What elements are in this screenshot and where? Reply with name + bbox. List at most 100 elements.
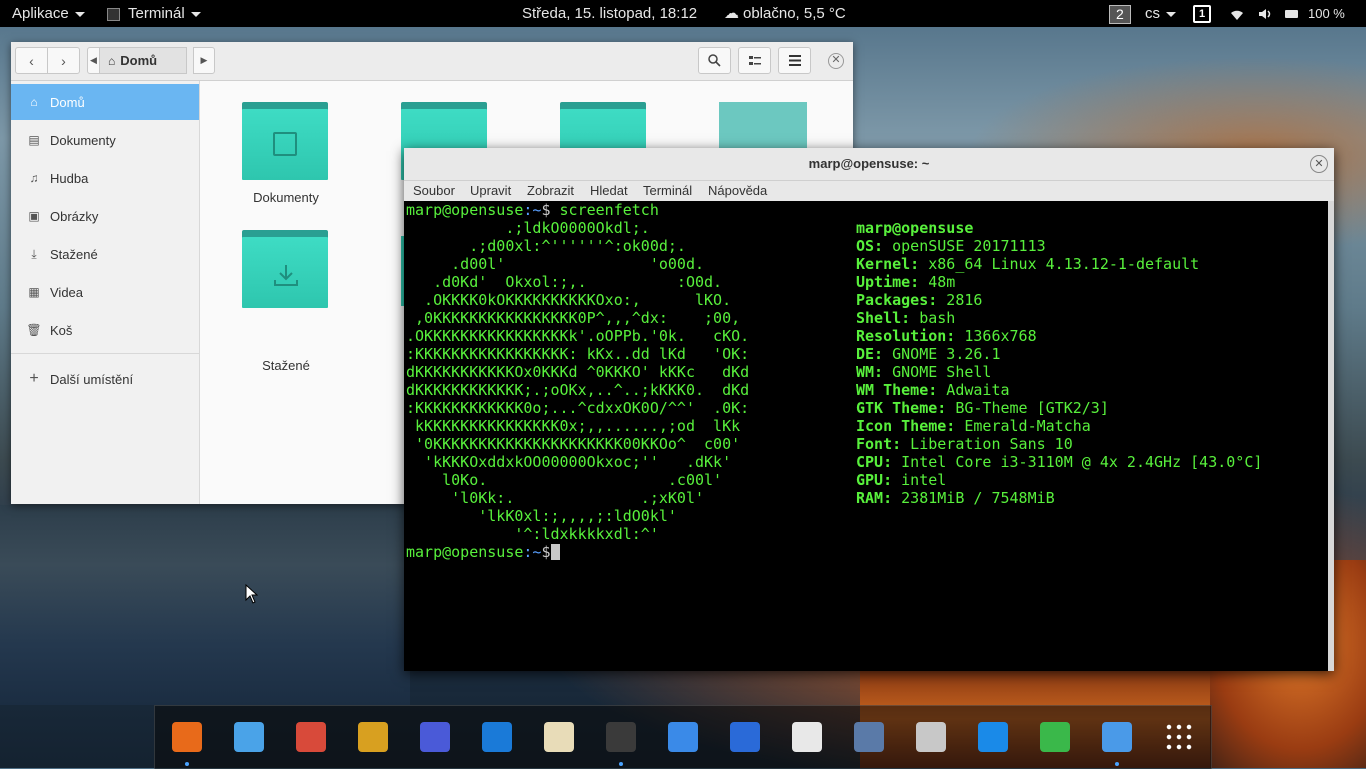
scrollbar[interactable] xyxy=(1328,201,1334,671)
info-value: GNOME 3.26.1 xyxy=(883,345,1001,363)
ascii-logo-line: ,0KKKKKKKKKKKKKKKK0P^,,,^dx: ;00, xyxy=(406,309,741,327)
path-right-button[interactable]: ▶ xyxy=(193,47,215,74)
search-button[interactable] xyxy=(698,47,731,74)
sidebar-item-trash[interactable]: 🗑 Koš xyxy=(11,312,199,348)
color-palette-icon[interactable] xyxy=(296,722,326,752)
terminal-output[interactable]: marp@opensuse:~$ screenfetch .;ldkO0000O… xyxy=(406,201,1326,671)
info-key: Shell: xyxy=(856,309,911,327)
menu-edit[interactable]: Upravit xyxy=(470,183,511,198)
ascii-logo-line: 'lkK0xl:;,,,,;:ldO0kl' xyxy=(406,507,677,525)
path-segment-home[interactable]: ⌂ Domů xyxy=(99,47,187,74)
forward-button[interactable]: › xyxy=(47,47,80,74)
info-value: 2816 xyxy=(937,291,983,309)
plus-icon: + xyxy=(29,370,39,387)
ascii-logo-line: .;ldkO0000Okdl;. xyxy=(406,219,650,237)
weather-indicator[interactable]: ☁ oblačno, 5,5 °C xyxy=(724,0,846,27)
menu-terminal[interactable]: Terminál xyxy=(643,183,692,198)
info-value: bash xyxy=(910,309,956,327)
close-icon: ✕ xyxy=(1314,158,1324,170)
ascii-logo-line: .OKKKK0kOKKKKKKKKKKOxo:, lKO. xyxy=(406,291,732,309)
chevron-down-icon xyxy=(74,11,85,17)
back-button[interactable]: ‹ xyxy=(15,47,48,74)
folder-label[interactable]: Dokumenty xyxy=(226,190,346,205)
firefox-icon[interactable] xyxy=(172,722,202,752)
sidebar-item-downloads[interactable]: ⤓ Stažené xyxy=(11,236,199,272)
night-sky-icon[interactable] xyxy=(420,722,450,752)
downloader-icon[interactable] xyxy=(792,722,822,752)
info-key: DE: xyxy=(856,345,884,363)
ascii-logo-line: dKKKKKKKKKKKK;.;oOKx,..^..;kKKK0. dKd xyxy=(406,381,750,399)
system-info-row: DE: GNOME 3.26.1 xyxy=(856,345,1001,363)
info-key: GPU: xyxy=(856,471,893,489)
applications-menu[interactable]: Aplikace xyxy=(12,0,85,27)
text-editor-icon[interactable] xyxy=(544,722,574,752)
ascii-logo-line: kKKKKKKKKKKKKKKK0x;,,......,;od lKk xyxy=(406,417,741,435)
menu-help[interactable]: Nápověda xyxy=(708,183,767,198)
app-grid-icon[interactable] xyxy=(1164,722,1194,752)
system-info-row: Icon Theme: Emerald-Matcha xyxy=(856,417,1091,435)
ascii-logo-line: '^:ldxkkkkxdl:^' xyxy=(406,525,659,543)
system-info-row: WM Theme: Adwaita xyxy=(856,381,1010,399)
info-value: Emerald-Matcha xyxy=(955,417,1091,435)
sidebar-item-other-locations[interactable]: + Další umístění xyxy=(11,361,199,397)
info-value: Liberation Sans 10 xyxy=(901,435,1073,453)
active-app-label: Terminál xyxy=(128,5,185,22)
sidebar-divider xyxy=(11,353,199,354)
view-options-button[interactable] xyxy=(738,47,771,74)
folder-documents[interactable] xyxy=(242,102,330,182)
tasks-icon[interactable] xyxy=(978,722,1008,752)
folder-downloads[interactable] xyxy=(242,230,330,310)
writer-icon[interactable] xyxy=(482,722,512,752)
clock[interactable]: Středa, 15. listopad, 18:12 xyxy=(522,0,697,27)
workspace-indicator[interactable]: 2 xyxy=(1109,0,1131,27)
system-info-row: Resolution: 1366x768 xyxy=(856,327,1037,345)
sidebar-item-pictures[interactable]: ▣ Obrázky xyxy=(11,198,199,234)
prompt-user: marp@opensuse xyxy=(406,201,524,219)
files-icon[interactable] xyxy=(1102,722,1132,752)
top-bar: Aplikace Terminál Středa, 15. listopad, … xyxy=(0,0,1366,27)
ascii-logo-line: dKKKKKKKKKKKOx0KKKd ^0KKKO' kKKc dKd xyxy=(406,363,750,381)
info-value: 48m xyxy=(919,273,956,291)
active-app-menu[interactable]: Terminál xyxy=(107,0,201,27)
home-icon: ⌂ xyxy=(108,53,116,68)
chevron-down-icon xyxy=(1166,11,1176,17)
wifi-icon[interactable] xyxy=(1230,0,1244,27)
battery-indicator[interactable]: 100 % xyxy=(1285,0,1345,27)
ascii-logo-line: 'kKKKOxddxkOO00000Okxoc;'' .dKk' xyxy=(406,453,732,471)
language-menu[interactable]: cs xyxy=(1145,0,1176,27)
close-button[interactable]: ✕ xyxy=(828,53,844,69)
settings-toggle-icon[interactable] xyxy=(668,722,698,752)
sidebar-item-music[interactable]: ♫ Hudba xyxy=(11,160,199,196)
calculator-icon[interactable] xyxy=(854,722,884,752)
menu-view[interactable]: Zobrazit xyxy=(527,183,574,198)
close-button[interactable]: ✕ xyxy=(1310,155,1328,173)
sidebar-item-label: Hudba xyxy=(50,170,89,186)
workspace-indicator-alt[interactable]: 1 xyxy=(1193,0,1211,27)
terminal-icon[interactable] xyxy=(606,722,636,752)
folder-label[interactable]: Stažené xyxy=(226,358,346,373)
music-icon: ♫ xyxy=(29,171,39,185)
menu-search[interactable]: Hledat xyxy=(590,183,628,198)
volume-icon[interactable] xyxy=(1258,0,1272,27)
film-icon: ▦ xyxy=(28,285,40,299)
system-info-row: Uptime: 48m xyxy=(856,273,955,291)
wallpaper-reflection xyxy=(0,505,410,705)
prompt-symbol: $ xyxy=(541,543,551,561)
system-info-row: WM: GNOME Shell xyxy=(856,363,991,381)
sidebar-item-videos[interactable]: ▦ Videa xyxy=(11,274,199,310)
sidebar-item-documents[interactable]: ▤ Dokumenty xyxy=(11,122,199,158)
datetime-label: Středa, 15. listopad, 18:12 xyxy=(522,5,698,22)
menu-button[interactable] xyxy=(778,47,811,74)
prompt-path: :~ xyxy=(523,201,542,219)
menu-file[interactable]: Soubor xyxy=(413,183,455,198)
tweaks-toggle-icon[interactable] xyxy=(730,722,760,752)
sidebar-item-label: Další umístění xyxy=(50,371,134,387)
mail-icon[interactable] xyxy=(234,722,264,752)
sidebar-item-label: Videa xyxy=(50,284,84,300)
music-player-icon[interactable] xyxy=(358,722,388,752)
sidebar-item-home[interactable]: ⌂ Domů xyxy=(11,84,199,120)
terminal-titlebar[interactable]: marp@opensuse: ~ ✕ xyxy=(404,148,1334,181)
webcam-icon[interactable] xyxy=(916,722,946,752)
system-info-row: Font: Liberation Sans 10 xyxy=(856,435,1073,453)
maps-icon[interactable] xyxy=(1040,722,1070,752)
